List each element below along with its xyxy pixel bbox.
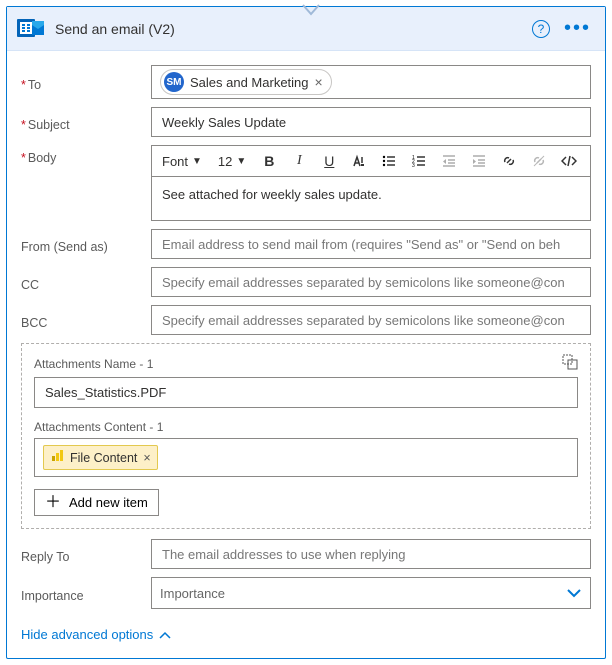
select-placeholder: Importance bbox=[160, 586, 225, 601]
remove-chip-icon[interactable]: × bbox=[315, 74, 323, 90]
chevron-down-icon: ▼ bbox=[236, 156, 246, 167]
font-size-select[interactable]: 12 ▼ bbox=[214, 152, 250, 171]
powerbi-icon bbox=[50, 449, 64, 466]
body-label: *Body bbox=[21, 145, 151, 165]
code-view-button[interactable] bbox=[558, 150, 580, 172]
attachment-content-field[interactable]: File Content × bbox=[34, 438, 578, 477]
add-button-label: Add new item bbox=[69, 495, 148, 510]
switch-mode-icon[interactable] bbox=[562, 354, 578, 373]
bcc-label: BCC bbox=[21, 310, 151, 330]
outlook-icon bbox=[17, 15, 45, 43]
to-field[interactable]: SM Sales and Marketing × bbox=[151, 65, 591, 99]
link-button[interactable] bbox=[498, 150, 520, 172]
underline-button[interactable]: U bbox=[318, 150, 340, 172]
font-family-select[interactable]: Font ▼ bbox=[158, 152, 206, 171]
unlink-button[interactable] bbox=[528, 150, 550, 172]
bullet-list-button[interactable] bbox=[378, 150, 400, 172]
plus-icon: ＋ bbox=[45, 496, 61, 510]
body-editor[interactable]: See attached for weekly sales update. bbox=[151, 177, 591, 221]
chip-label: Sales and Marketing bbox=[190, 75, 309, 90]
attachment-content-label: Attachments Content - 1 bbox=[34, 420, 578, 434]
chevron-down-icon bbox=[566, 586, 582, 601]
subject-label: *Subject bbox=[21, 112, 151, 132]
flow-connector-arrow bbox=[302, 4, 320, 19]
indent-button[interactable] bbox=[468, 150, 490, 172]
importance-select[interactable]: Importance bbox=[151, 577, 591, 609]
reply-to-label: Reply To bbox=[21, 544, 151, 564]
cc-label: CC bbox=[21, 272, 151, 292]
action-card: Send an email (V2) ? ••• *To SM Sales an… bbox=[6, 6, 606, 659]
subject-input[interactable] bbox=[160, 114, 582, 131]
avatar: SM bbox=[164, 72, 184, 92]
cc-input[interactable] bbox=[160, 274, 582, 291]
card-body: *To SM Sales and Marketing × *Subject bbox=[7, 51, 605, 658]
to-recipient-chip[interactable]: SM Sales and Marketing × bbox=[160, 69, 332, 95]
token-label: File Content bbox=[70, 451, 137, 465]
chevron-down-icon: ▼ bbox=[192, 156, 202, 167]
outdent-button[interactable] bbox=[438, 150, 460, 172]
format-button[interactable] bbox=[348, 150, 370, 172]
chevron-up-icon bbox=[159, 627, 171, 642]
svg-text:3: 3 bbox=[412, 163, 415, 168]
bcc-input[interactable] bbox=[160, 312, 582, 329]
rich-text-toolbar: Font ▼ 12 ▼ B I U bbox=[151, 145, 591, 177]
bold-button[interactable]: B bbox=[258, 150, 280, 172]
attachment-name-label: Attachments Name - 1 bbox=[34, 357, 153, 371]
card-title: Send an email (V2) bbox=[55, 21, 522, 37]
from-label: From (Send as) bbox=[21, 234, 151, 254]
attachments-panel: Attachments Name - 1 Attachments Content… bbox=[21, 343, 591, 529]
to-label: *To bbox=[21, 72, 151, 92]
reply-to-input[interactable] bbox=[160, 546, 582, 563]
importance-label: Importance bbox=[21, 583, 151, 603]
add-attachment-button[interactable]: ＋ Add new item bbox=[34, 489, 159, 516]
file-content-token[interactable]: File Content × bbox=[43, 445, 158, 470]
italic-button[interactable]: I bbox=[288, 150, 310, 172]
help-icon[interactable]: ? bbox=[532, 20, 550, 38]
hide-advanced-toggle[interactable]: Hide advanced options bbox=[21, 627, 171, 642]
more-menu-button[interactable]: ••• bbox=[560, 17, 595, 40]
attachment-name-input[interactable] bbox=[43, 384, 569, 401]
from-input[interactable] bbox=[160, 236, 582, 253]
number-list-button[interactable]: 123 bbox=[408, 150, 430, 172]
remove-token-icon[interactable]: × bbox=[143, 451, 150, 465]
